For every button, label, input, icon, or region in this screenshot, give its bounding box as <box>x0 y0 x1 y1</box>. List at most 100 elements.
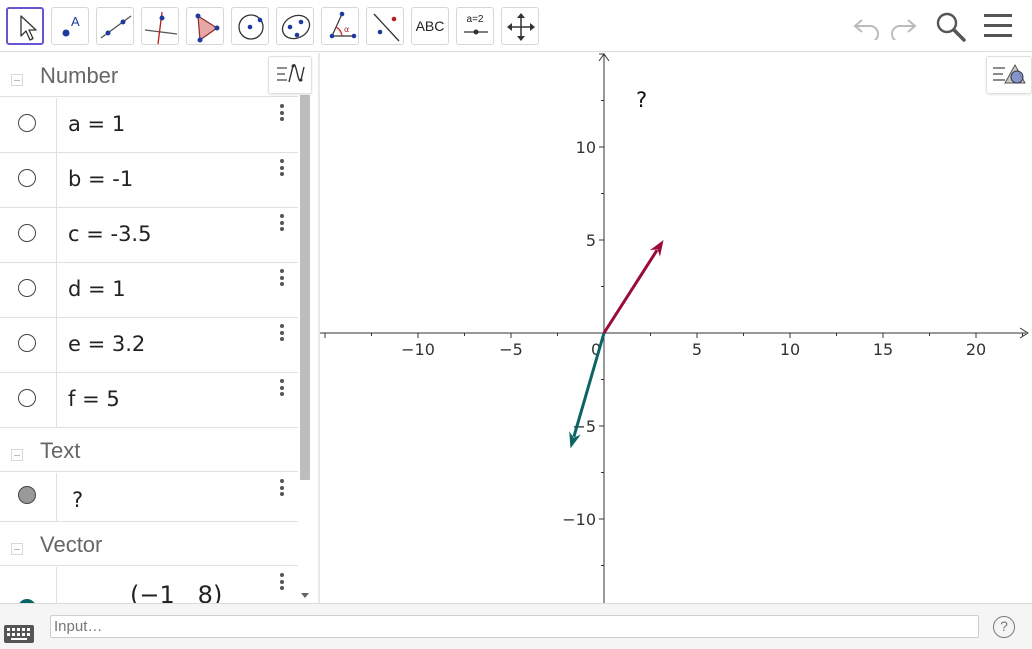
collapse-icon[interactable] <box>11 449 23 461</box>
slider-tool-button[interactable]: a=2 <box>456 7 494 45</box>
formula-text[interactable]: d = 1 <box>68 277 126 301</box>
more-options-icon[interactable] <box>280 159 286 177</box>
visibility-toggle[interactable] <box>18 486 36 504</box>
slider-icon <box>464 29 488 35</box>
algebra-item-c[interactable]: c = -3.5 <box>0 208 298 263</box>
group-header-text[interactable]: Text <box>0 428 298 472</box>
graphics-canvas[interactable]: −10 −5 0 5 10 15 20105−5−10 ? <box>320 53 1032 603</box>
row-separator <box>56 263 57 317</box>
vector-u-arrowhead[interactable] <box>649 240 664 257</box>
row-separator <box>56 473 57 521</box>
algebra-item-vector[interactable]: (−1 8) <box>0 567 298 603</box>
keyboard-icon[interactable] <box>4 625 34 643</box>
undo-icon[interactable] <box>852 12 882 40</box>
more-options-icon[interactable] <box>280 214 286 232</box>
vector-y-value: 8 <box>197 581 213 603</box>
more-options-icon[interactable] <box>280 104 286 122</box>
row-separator <box>56 318 57 372</box>
input-bar: Input… ? <box>0 603 1032 649</box>
cursor-arrow-icon <box>20 15 37 41</box>
y-tick-label: −10 <box>562 510 596 529</box>
move-tool-button[interactable] <box>6 7 44 45</box>
text-object[interactable]: ? <box>636 88 647 112</box>
collapse-icon[interactable] <box>11 543 23 555</box>
formula-text[interactable]: b = -1 <box>68 167 133 191</box>
algebra-scrollbar-thumb[interactable] <box>300 95 310 480</box>
toolbar: A α ABC a=2 <box>0 0 1032 52</box>
line-icon <box>100 15 132 39</box>
row-separator <box>56 98 57 152</box>
search-icon[interactable] <box>934 10 968 44</box>
visibility-toggle[interactable] <box>18 114 36 132</box>
more-options-icon[interactable] <box>280 324 286 342</box>
algebra-input-field[interactable]: Input… <box>50 615 979 638</box>
visibility-toggle[interactable] <box>18 224 36 242</box>
group-header-vector[interactable]: Vector <box>0 522 298 566</box>
perpendicular-line-tool-button[interactable] <box>141 7 179 45</box>
axis-ticks: −10 −5 0 5 10 15 20105−5−10 <box>324 53 1023 566</box>
move-arrows-icon <box>507 13 535 41</box>
graphics-style-icon <box>993 63 1026 84</box>
x-tick-label: −10 <box>401 340 435 359</box>
formula-text[interactable]: e = 3.2 <box>68 332 145 356</box>
graphics-view[interactable]: −10 −5 0 5 10 15 20 10 5 −5 −10 ? <box>320 53 1032 603</box>
help-icon[interactable]: ? <box>993 616 1015 638</box>
more-options-icon[interactable] <box>280 573 286 591</box>
circle-tool-button[interactable] <box>231 7 269 45</box>
perpendicular-line-icon <box>144 11 178 45</box>
text-tool-label: ABC <box>415 18 445 34</box>
ellipse-icon <box>281 14 311 40</box>
row-separator <box>56 153 57 207</box>
redo-icon[interactable] <box>888 12 918 40</box>
algebra-item-d[interactable]: d = 1 <box>0 263 298 318</box>
reflect-tool-button[interactable] <box>366 7 404 45</box>
polygon-tool-button[interactable] <box>186 7 224 45</box>
x-tick-label: 15 <box>873 340 893 359</box>
visibility-toggle[interactable] <box>18 334 36 352</box>
y-tick-label: 10 <box>576 138 596 157</box>
visibility-toggle[interactable] <box>18 279 36 297</box>
conic-tool-button[interactable] <box>276 7 314 45</box>
more-options-icon[interactable] <box>280 269 286 287</box>
visibility-toggle[interactable] <box>18 169 36 187</box>
group-header-number[interactable]: Number <box>0 53 298 97</box>
algebra-item-f[interactable]: f = 5 <box>0 373 298 428</box>
algebra-item-text[interactable]: ? <box>0 473 298 522</box>
more-options-icon[interactable] <box>280 479 286 497</box>
more-options-icon[interactable] <box>280 379 286 397</box>
svg-text:α: α <box>344 25 349 34</box>
menu-icon[interactable] <box>983 13 1013 39</box>
group-label: Text <box>40 438 81 463</box>
angle-tool-button[interactable]: α <box>321 7 359 45</box>
vector-u-shaft[interactable] <box>602 249 659 334</box>
graphics-style-bar-button[interactable] <box>986 56 1032 94</box>
algebra-style-icon <box>277 63 305 83</box>
formula-text[interactable]: ? <box>72 488 83 512</box>
algebra-item-a[interactable]: a = 1 <box>0 98 298 153</box>
group-label: Vector <box>40 532 103 557</box>
text-tool-button[interactable]: ABC <box>411 7 449 45</box>
vector-u[interactable] <box>602 240 664 334</box>
row-separator <box>56 373 57 427</box>
formula-text[interactable]: c = -3.5 <box>68 222 151 246</box>
reflect-icon <box>373 13 400 42</box>
scroll-down-icon[interactable] <box>300 591 310 599</box>
move-graphics-view-tool-button[interactable] <box>501 7 539 45</box>
x-tick-label: 20 <box>966 340 986 359</box>
y-tick-label: 5 <box>586 231 596 250</box>
algebra-item-b[interactable]: b = -1 <box>0 153 298 208</box>
algebra-item-e[interactable]: e = 3.2 <box>0 318 298 373</box>
x-tick-label: −5 <box>499 340 523 359</box>
point-tool-button[interactable]: A <box>51 7 89 45</box>
circle-icon <box>238 14 264 40</box>
point-icon: A <box>62 14 80 37</box>
coordinate-axes <box>320 53 1029 603</box>
visibility-toggle[interactable] <box>18 389 36 407</box>
x-tick-label: 10 <box>780 340 800 359</box>
formula-text[interactable]: f = 5 <box>68 387 120 411</box>
vector-matrix-preview[interactable]: (−1 8) <box>130 581 222 603</box>
algebra-style-bar-button[interactable] <box>268 56 312 94</box>
line-tool-button[interactable] <box>96 7 134 45</box>
formula-text[interactable]: a = 1 <box>68 112 125 136</box>
collapse-icon[interactable] <box>11 74 23 86</box>
